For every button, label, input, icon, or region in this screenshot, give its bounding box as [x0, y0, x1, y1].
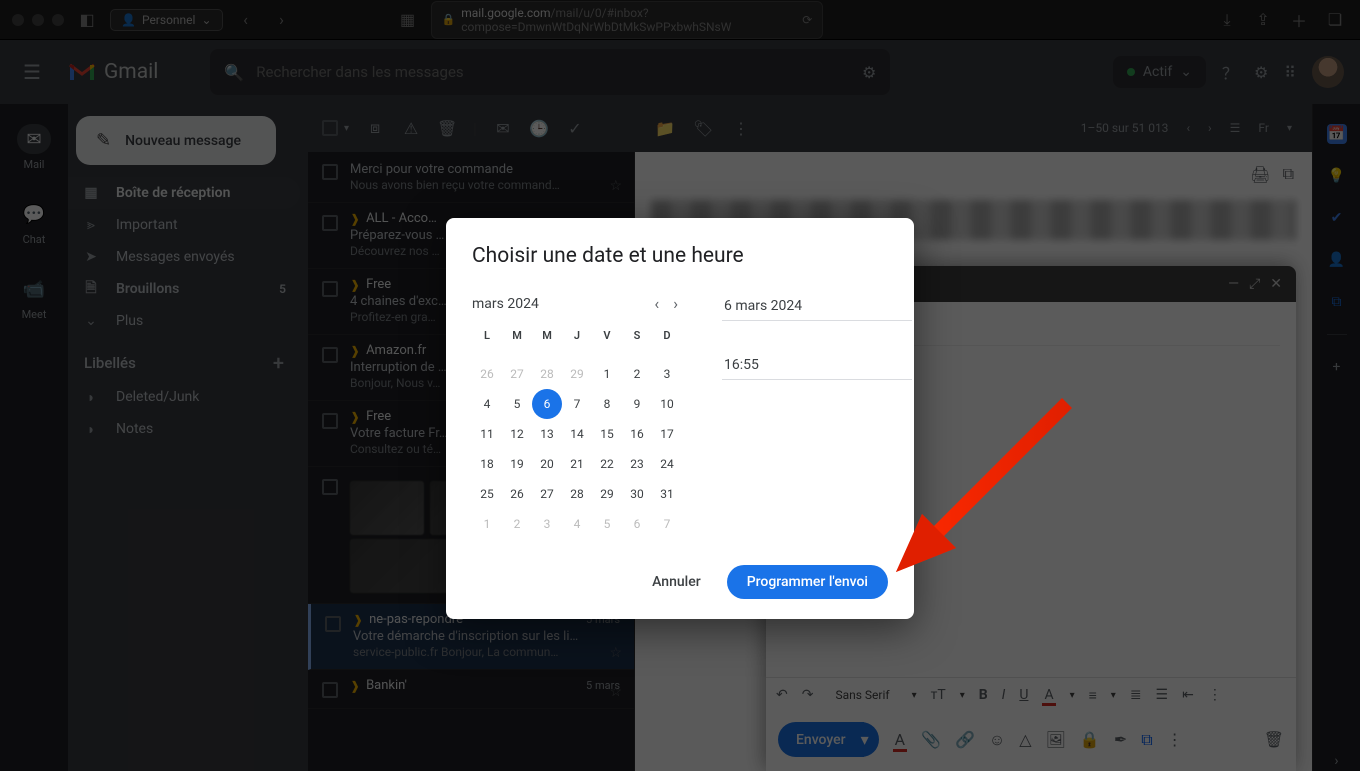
calendar-day[interactable]: 1	[592, 359, 622, 389]
calendar-day[interactable]: 4	[472, 389, 502, 419]
calendar-day[interactable]: 29	[562, 359, 592, 389]
calendar-day[interactable]: 27	[532, 479, 562, 509]
calendar-dow: D	[652, 329, 682, 359]
schedule-send-button[interactable]: Programmer l'envoi	[727, 565, 888, 599]
cancel-button[interactable]: Annuler	[636, 565, 717, 599]
calendar-day[interactable]: 28	[562, 479, 592, 509]
calendar-day[interactable]: 9	[622, 389, 652, 419]
calendar-day[interactable]: 6	[622, 509, 652, 539]
calendar-dow: V	[592, 329, 622, 359]
calendar-day[interactable]: 20	[532, 449, 562, 479]
calendar-day[interactable]: 5	[502, 389, 532, 419]
time-input[interactable]: 16:55	[722, 349, 912, 380]
calendar-day[interactable]: 10	[652, 389, 682, 419]
calendar-day[interactable]: 6	[532, 389, 562, 419]
calendar-day[interactable]: 3	[652, 359, 682, 389]
calendar-day[interactable]: 19	[502, 449, 532, 479]
calendar-dow: S	[622, 329, 652, 359]
calendar-day[interactable]: 23	[622, 449, 652, 479]
calendar-dow: J	[562, 329, 592, 359]
calendar-day[interactable]: 12	[502, 419, 532, 449]
calendar-day[interactable]: 14	[562, 419, 592, 449]
calendar-dow: M	[502, 329, 532, 359]
modal-overlay[interactable]: Choisir une date et une heure mars 2024 …	[0, 0, 1360, 771]
calendar-day[interactable]: 18	[472, 449, 502, 479]
calendar-grid: LMMJVSD262728291234567891011121314151617…	[472, 329, 682, 539]
modal-title: Choisir une date et une heure	[472, 244, 888, 268]
calendar-dow: M	[532, 329, 562, 359]
date-input[interactable]: 6 mars 2024	[722, 290, 912, 321]
calendar-day[interactable]: 28	[532, 359, 562, 389]
calendar-day[interactable]: 24	[652, 449, 682, 479]
calendar-day[interactable]: 13	[532, 419, 562, 449]
calendar-day[interactable]: 3	[532, 509, 562, 539]
calendar-day[interactable]: 30	[622, 479, 652, 509]
calendar-day[interactable]: 17	[652, 419, 682, 449]
calendar-day[interactable]: 7	[652, 509, 682, 539]
calendar-day[interactable]: 26	[502, 479, 532, 509]
calendar-dow: L	[472, 329, 502, 359]
calendar-day[interactable]: 4	[562, 509, 592, 539]
calendar-day[interactable]: 26	[472, 359, 502, 389]
calendar-day[interactable]: 8	[592, 389, 622, 419]
calendar-day[interactable]: 11	[472, 419, 502, 449]
calendar-day[interactable]: 25	[472, 479, 502, 509]
calendar-day[interactable]: 31	[652, 479, 682, 509]
calendar-day[interactable]: 16	[622, 419, 652, 449]
next-month-icon[interactable]: ›	[669, 290, 682, 317]
calendar-day[interactable]: 7	[562, 389, 592, 419]
calendar-day[interactable]: 29	[592, 479, 622, 509]
prev-month-icon[interactable]: ‹	[650, 290, 663, 317]
calendar: mars 2024 ‹ › LMMJVSD2627282912345678910…	[472, 290, 682, 539]
calendar-month: mars 2024	[472, 296, 644, 312]
calendar-day[interactable]: 15	[592, 419, 622, 449]
schedule-modal: Choisir une date et une heure mars 2024 …	[446, 218, 914, 619]
calendar-day[interactable]: 2	[502, 509, 532, 539]
calendar-day[interactable]: 22	[592, 449, 622, 479]
calendar-day[interactable]: 2	[622, 359, 652, 389]
calendar-day[interactable]: 21	[562, 449, 592, 479]
calendar-day[interactable]: 27	[502, 359, 532, 389]
calendar-day[interactable]: 5	[592, 509, 622, 539]
calendar-day[interactable]: 1	[472, 509, 502, 539]
